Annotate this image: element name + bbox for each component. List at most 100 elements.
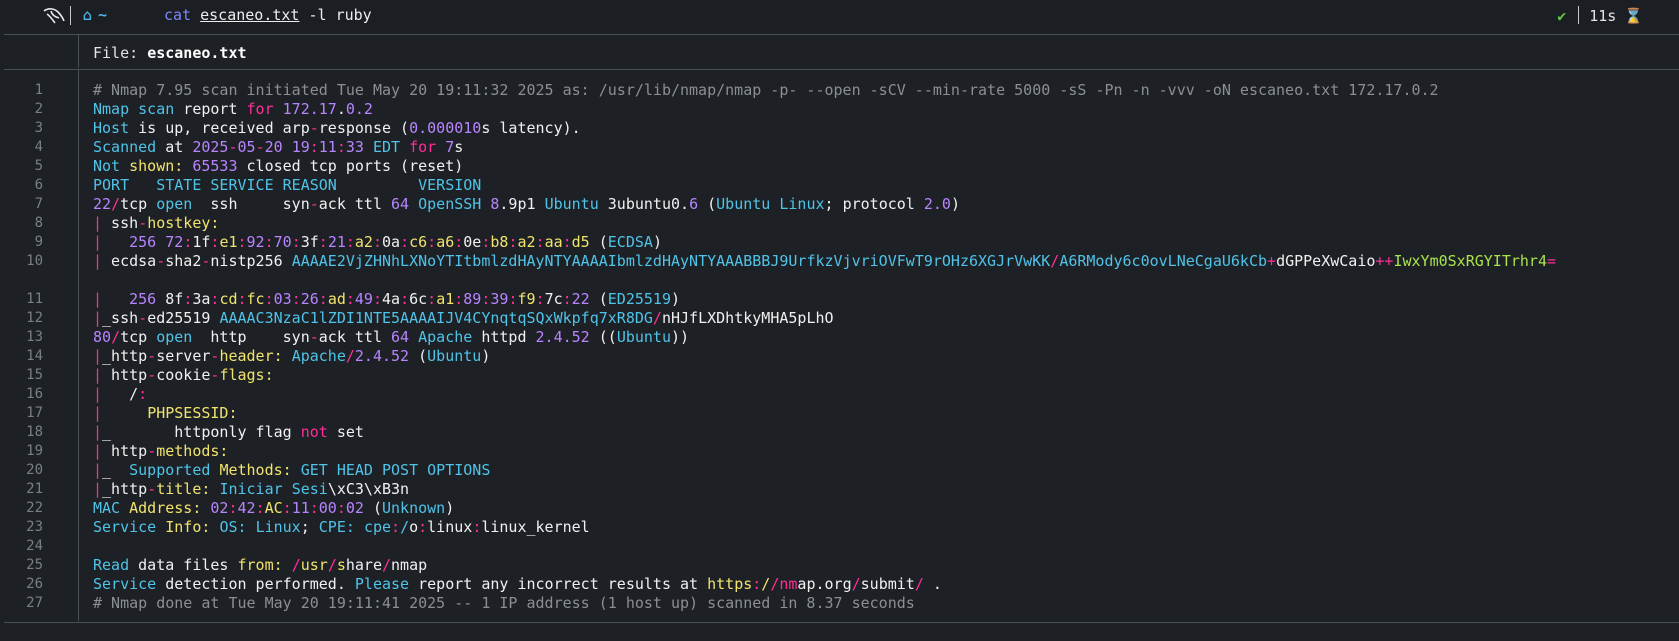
code-token: 70 (273, 233, 292, 251)
code-token: 1f (192, 233, 211, 251)
home-icon: ⌂ (83, 6, 93, 24)
code-token: 20 (264, 138, 283, 156)
code-token: | (93, 233, 103, 251)
code-token: 02 (210, 499, 229, 517)
code-token: for (409, 138, 437, 156)
code-token: IwxYm0SxRGYITrhr4 (1393, 252, 1547, 270)
code-token: header: (219, 347, 283, 365)
code-token: http (102, 366, 148, 384)
code-token: ack ttl (318, 328, 392, 346)
code-token: : (183, 290, 193, 308)
code-token: : (264, 290, 274, 308)
code-token: ) (481, 347, 491, 365)
code-token: Info: (165, 518, 211, 536)
line-text: Read data files from: /usr/share/nmap (93, 556, 1679, 575)
code-token: _ (102, 461, 130, 479)
code-token: AAAAC3NzaC1lZDI1NTE5AAAAIJV4CYnqtqSQxWkp… (219, 309, 653, 327)
gutter-separator (78, 35, 79, 68)
code-token: : (255, 499, 265, 517)
file-header-name: escaneo.txt (147, 44, 247, 62)
code-line: 10 | ecdsa-sha2-nistp256 AAAAE2VjZHNhLXNo… (0, 252, 1679, 290)
line-number: 1 (34, 82, 43, 98)
code-token: http syn (192, 328, 310, 346)
code-token: 8f (156, 290, 184, 308)
line-text: # Nmap 7.95 scan initiated Tue May 20 19… (93, 81, 1679, 100)
code-token: GET HEAD POST OPTIONS (300, 461, 491, 479)
code-token: 42 (237, 499, 256, 517)
code-token: | (93, 404, 103, 422)
code-token: / (327, 556, 337, 574)
line-text: |_http-server-header: Apache/2.4.52 (Ubu… (93, 347, 1679, 366)
code-token: Unknown (382, 499, 446, 517)
code-token: PHPSESSID: (147, 404, 238, 422)
line-number: 24 (26, 538, 43, 554)
code-token: nistp256 (210, 252, 292, 270)
code-token: closed tcp ports (reset) (237, 157, 464, 175)
code-token: : (318, 290, 328, 308)
line-text: Nmap scan report for 172.17.0.2 (93, 100, 1679, 119)
code-token: usr (300, 556, 328, 574)
code-token: | (93, 309, 103, 327)
code-token: - (309, 195, 319, 213)
code-line: 6 PORT STATE SERVICE REASON VERSION (0, 176, 1679, 195)
code-token: c6 (409, 233, 428, 251)
line-text: | 256 8f:3a:cd:fc:03:26:ad:49:4a:6c:a1:8… (93, 290, 1679, 309)
code-token: | (93, 480, 103, 498)
code-token: : (372, 233, 382, 251)
code-token: set (327, 423, 364, 441)
code-token: / (400, 518, 410, 536)
code-token: ap.org (797, 575, 852, 593)
code-token: / (761, 575, 771, 593)
code-line: 5 Not shown: 65533 closed tcp ports (rese… (0, 157, 1679, 176)
code-token: ssh syn (192, 195, 310, 213)
code-token: ecdsa (102, 252, 157, 270)
code-token: Supported (129, 461, 211, 479)
code-token: a2 (354, 233, 373, 251)
command-file-argument[interactable]: escaneo.txt (200, 6, 299, 24)
code-token: / (111, 328, 121, 346)
line-text: | http-cookie-flags: (93, 366, 1679, 385)
code-token: 26 (300, 290, 319, 308)
code-token: CPE: (318, 518, 355, 536)
code-token: | (93, 290, 103, 308)
code-token: 256 (129, 233, 157, 251)
code-token: : (562, 290, 572, 308)
code-token: / (1050, 252, 1060, 270)
code-token: : (345, 233, 355, 251)
code-token: : (418, 518, 428, 536)
line-number: 18 (26, 424, 43, 440)
code-token: : (345, 290, 355, 308)
prompt-home-segment: ⌂ ~ (83, 6, 107, 24)
line-number: 26 (26, 576, 43, 592)
code-token: sha2 (165, 252, 202, 270)
code-token: 2.0 (923, 195, 951, 213)
code-token: OS: (219, 518, 247, 536)
code-line: 23 Service Info: OS: Linux; CPE: cpe:/o:l… (0, 518, 1679, 537)
code-token: : (264, 233, 274, 251)
code-line: 17 | PHPSESSID: (0, 404, 1679, 423)
command-line[interactable]: cat escaneo.txt -l ruby (164, 6, 372, 24)
code-token: ED25519 (607, 290, 671, 308)
line-text: | ecdsa-sha2-nistp256 AAAAE2VjZHNhLXNoYT… (93, 252, 1679, 271)
code-token: 64 (391, 328, 410, 346)
command-args: -l ruby (299, 6, 372, 24)
code-token: ) (652, 233, 662, 251)
code-token: 0.2 (345, 100, 373, 118)
prompt-status: ✔ 11s ⌛ (1557, 6, 1643, 25)
file-header-label: File: (93, 44, 148, 62)
line-number: 12 (26, 310, 43, 326)
file-content[interactable]: 1 # Nmap 7.95 scan initiated Tue May 20 1… (0, 81, 1679, 613)
code-token: a2 (517, 233, 536, 251)
line-number: 10 (26, 253, 43, 269)
code-token: 22 (571, 290, 590, 308)
code-token: : (318, 233, 328, 251)
